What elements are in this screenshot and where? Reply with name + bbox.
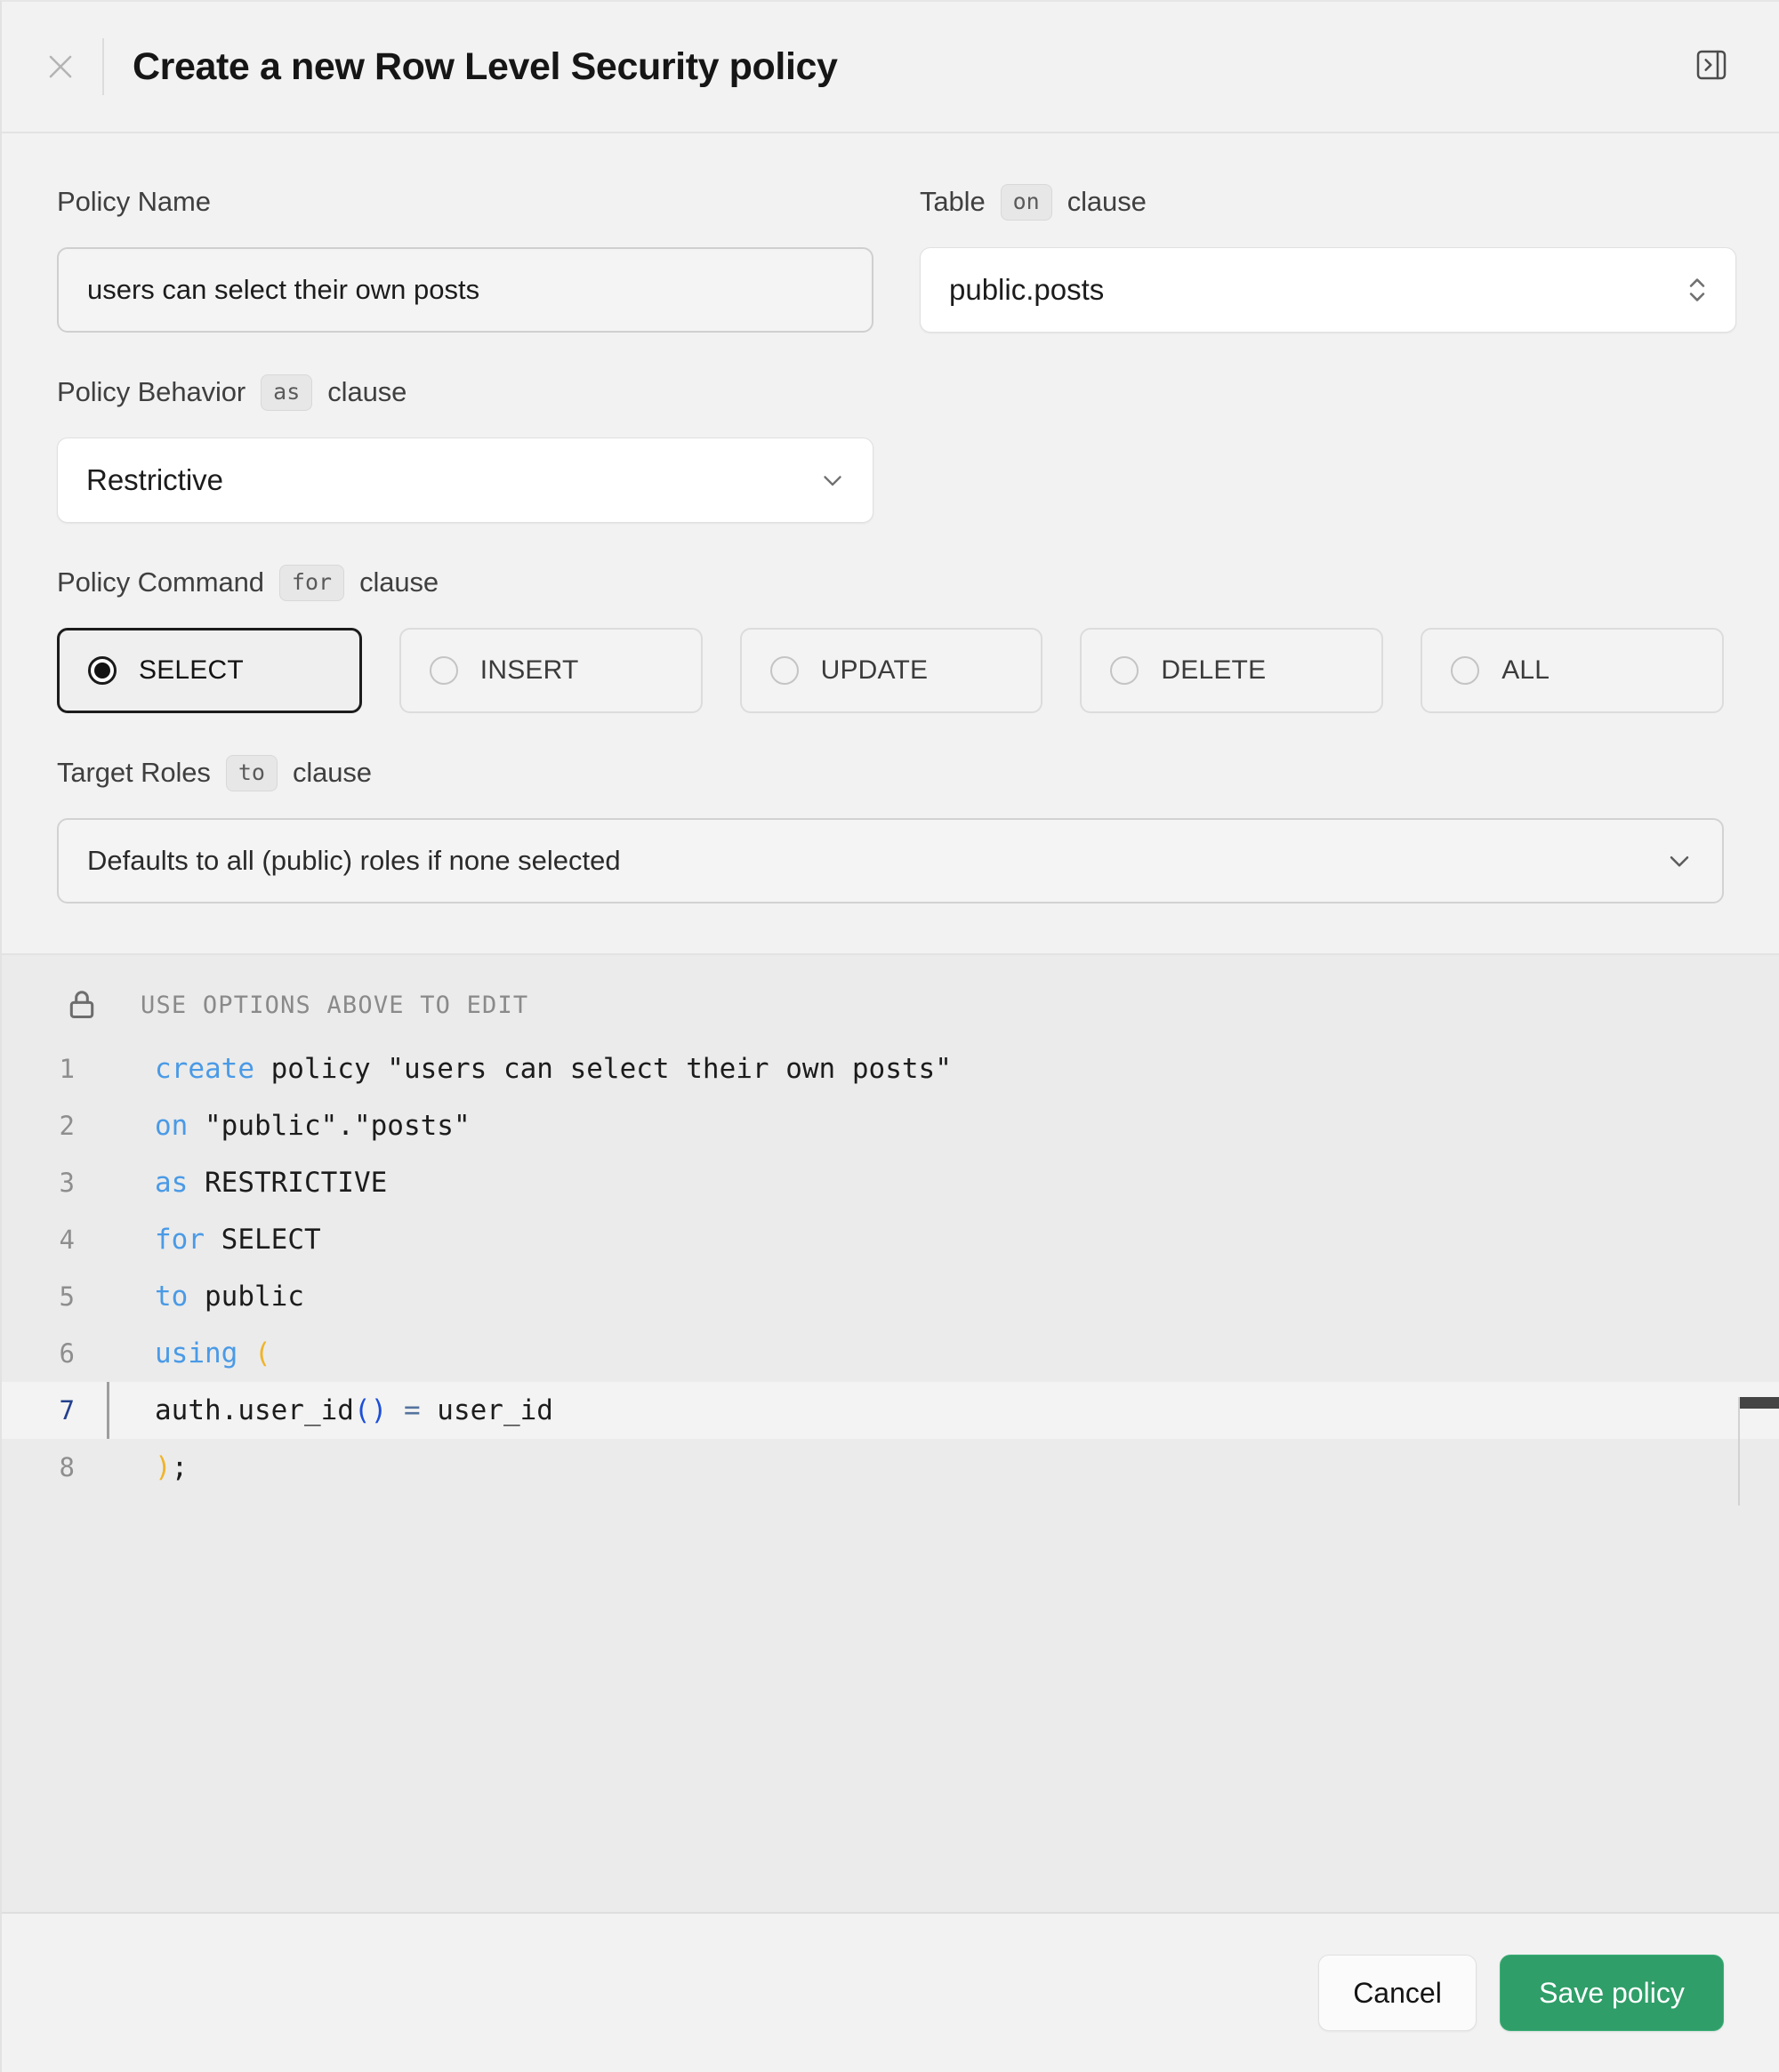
policy-behavior-label-row: Policy Behavior as clause [57, 370, 873, 414]
code-lines[interactable]: 1 create policy "users can select their … [2, 1040, 1779, 1496]
code-text: on "public"."posts" [91, 1110, 471, 1142]
panel-collapse-right-icon [1694, 47, 1729, 87]
dialog-header: Create a new Row Level Security policy [2, 2, 1779, 133]
policy-name-field: Policy Name users can select their own p… [57, 180, 873, 333]
code-text: auth.user_id() = user_id [91, 1394, 553, 1426]
target-roles-label: Target Roles [57, 757, 211, 789]
rls-policy-dialog: Create a new Row Level Security policy P… [0, 0, 1779, 2072]
target-roles-field: Target Roles to clause Defaults to all (… [57, 751, 1724, 903]
table-field: Table on clause public.posts [920, 180, 1736, 333]
chevron-down-icon [817, 465, 848, 495]
code-text: ); [91, 1451, 188, 1483]
panel-collapse-button[interactable] [1690, 45, 1733, 88]
line-number: 3 [2, 1168, 91, 1198]
table-select-value: public.posts [949, 273, 1104, 307]
policy-behavior-select[interactable]: Restrictive [57, 438, 873, 523]
editor-readonly-hint: USE OPTIONS ABOVE TO EDIT [141, 992, 528, 1019]
close-button[interactable] [41, 47, 80, 86]
policy-form: Policy Name users can select their own p… [2, 133, 1779, 955]
sql-editor: USE OPTIONS ABOVE TO EDIT 1 create polic… [2, 955, 1779, 1912]
code-text: as RESTRICTIVE [91, 1167, 387, 1199]
policy-command-clause-text: clause [359, 566, 439, 598]
target-roles-clause-text: clause [293, 757, 372, 789]
line-number: 2 [2, 1111, 91, 1141]
page-title: Create a new Row Level Security policy [133, 45, 838, 89]
header-divider [102, 38, 104, 95]
target-roles-combobox[interactable]: Defaults to all (public) roles if none s… [57, 818, 1724, 903]
policy-command-label-row: Policy Command for clause [57, 560, 1724, 605]
code-line: 8 ); [2, 1439, 1779, 1496]
spacer-2 [57, 523, 1724, 560]
code-line: 3 as RESTRICTIVE [2, 1154, 1779, 1211]
table-select[interactable]: public.posts [920, 247, 1736, 333]
policy-behavior-clause-text: clause [327, 376, 407, 408]
radio-label-update: UPDATE [821, 655, 929, 686]
form-row-1: Policy Name users can select their own p… [57, 180, 1724, 333]
policy-command-label: Policy Command [57, 566, 264, 598]
radio-indicator-all [1451, 656, 1479, 685]
code-line: 4 for SELECT [2, 1211, 1779, 1268]
lock-icon [64, 987, 100, 1023]
radio-indicator-insert [430, 656, 458, 685]
code-line: 5 to public [2, 1268, 1779, 1325]
radio-label-insert: INSERT [480, 655, 579, 686]
table-label: Table [920, 186, 986, 218]
policy-name-label: Policy Name [57, 186, 211, 218]
spacer-3 [57, 713, 1724, 751]
chevron-down-icon [1663, 845, 1695, 877]
code-line: 2 on "public"."posts" [2, 1097, 1779, 1154]
line-number: 6 [2, 1338, 91, 1369]
policy-command-radio-group: SELECT INSERT UPDATE DELETE ALL [57, 628, 1724, 713]
policy-behavior-field: Policy Behavior as clause Restrictive [57, 370, 873, 523]
line-number: 7 [2, 1395, 91, 1426]
code-line: 1 create policy "users can select their … [2, 1040, 1779, 1097]
target-roles-value: Defaults to all (public) roles if none s… [87, 845, 621, 877]
close-icon [44, 50, 77, 84]
editor-scrollbar-thumb[interactable] [1740, 1397, 1779, 1409]
radio-option-delete[interactable]: DELETE [1080, 628, 1383, 713]
table-clause-chip: on [1001, 184, 1052, 221]
policy-name-label-row: Policy Name [57, 180, 873, 224]
editor-lock-row: USE OPTIONS ABOVE TO EDIT [2, 980, 1779, 1030]
target-roles-clause-chip: to [226, 755, 278, 791]
editor-scrollbar-track[interactable] [1738, 1397, 1740, 1506]
table-clause-text: clause [1067, 186, 1147, 218]
table-label-row: Table on clause [920, 180, 1736, 224]
code-text: using ( [91, 1337, 271, 1369]
save-policy-button[interactable]: Save policy [1500, 1955, 1724, 2031]
radio-indicator-update [770, 656, 799, 685]
policy-command-field: Policy Command for clause SELECT INSERT … [57, 560, 1724, 713]
code-line: 6 using ( [2, 1325, 1779, 1382]
policy-behavior-clause-chip: as [261, 374, 312, 411]
line-number: 8 [2, 1452, 91, 1482]
code-text: to public [91, 1281, 304, 1313]
cancel-button[interactable]: Cancel [1318, 1955, 1477, 2031]
policy-command-clause-chip: for [279, 565, 344, 601]
code-text: for SELECT [91, 1224, 321, 1256]
line-number: 5 [2, 1281, 91, 1312]
code-line-active: 7 auth.user_id() = user_id [2, 1382, 1779, 1439]
policy-behavior-label: Policy Behavior [57, 376, 246, 408]
radio-indicator-select [88, 656, 117, 685]
line-number: 1 [2, 1054, 91, 1084]
radio-option-update[interactable]: UPDATE [740, 628, 1043, 713]
target-roles-label-row: Target Roles to clause [57, 751, 1724, 795]
radio-label-select: SELECT [139, 655, 244, 686]
line-number: 4 [2, 1225, 91, 1255]
radio-option-insert[interactable]: INSERT [399, 628, 703, 713]
chevron-up-down-icon [1684, 273, 1711, 307]
policy-name-input[interactable]: users can select their own posts [57, 247, 873, 333]
radio-indicator-delete [1110, 656, 1139, 685]
radio-option-all[interactable]: ALL [1421, 628, 1724, 713]
policy-behavior-value: Restrictive [86, 463, 223, 497]
radio-label-delete: DELETE [1161, 655, 1266, 686]
dialog-footer: Cancel Save policy [2, 1912, 1779, 2072]
radio-option-select[interactable]: SELECT [57, 628, 362, 713]
spacer-1 [57, 333, 1724, 370]
code-text: create policy "users can select their ow… [91, 1053, 952, 1085]
radio-label-all: ALL [1501, 655, 1550, 686]
